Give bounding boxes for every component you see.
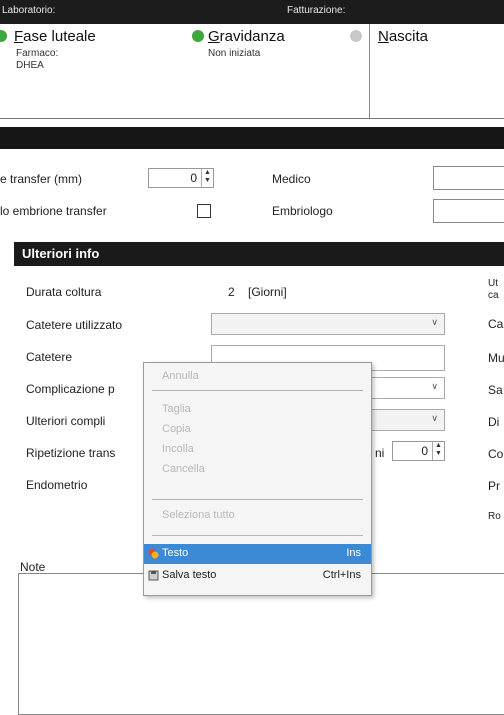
- right-col-label: ca: [488, 290, 499, 301]
- menu-item-label: Taglia: [162, 403, 191, 415]
- menu-separator: [152, 535, 363, 536]
- right-col-label: Ca: [488, 317, 504, 331]
- right-col-label: Ro: [488, 511, 501, 522]
- catheter-type-select[interactable]: ∨: [211, 313, 445, 335]
- status-dot-icon: [350, 30, 362, 42]
- phase-title-mnemonic: N: [378, 28, 389, 45]
- other-complications-label: Ulteriori compli: [26, 414, 106, 428]
- doctor-label: Medico: [272, 172, 311, 186]
- menu-item-paste[interactable]: Incolla: [144, 440, 371, 460]
- phase-luteal[interactable]: Fase luteale Farmaco: DHEA: [0, 24, 190, 118]
- repeat-transfer-label: Ripetizione trans: [26, 446, 116, 460]
- right-col-label: Di: [488, 415, 500, 429]
- context-menu: Annulla Taglia Copia Incolla Cancella Se…: [143, 362, 372, 596]
- menu-item-cut[interactable]: Taglia: [144, 400, 371, 420]
- endometrium-label: Endometrio: [26, 478, 88, 492]
- right-col-label: Mu: [488, 351, 504, 365]
- chevron-down-icon: ∨: [431, 317, 438, 327]
- notes-label: Note: [20, 560, 46, 574]
- phase-birth[interactable]: Nascita: [348, 24, 504, 118]
- chevron-down-icon: ∨: [431, 381, 438, 391]
- complication-label: Complicazione p: [26, 382, 115, 396]
- embryologist-label: Embriologo: [272, 204, 333, 218]
- catheter-type-label: Catetere utilizzato: [26, 318, 123, 332]
- phase-title-rest: ascita: [388, 28, 429, 45]
- phase-title: Nascita: [378, 28, 428, 45]
- menu-separator: [152, 390, 363, 391]
- menu-item-label: Copia: [162, 423, 191, 435]
- phase-title-rest: ravidanza: [219, 28, 285, 45]
- right-col-label: Pr: [488, 479, 500, 493]
- menu-separator: [152, 499, 363, 500]
- phase-title: Fase luteale: [14, 28, 96, 45]
- repeat-transfer-spinner[interactable]: 0 ▲ ▼: [392, 441, 445, 461]
- embryo-transfer-checkbox[interactable]: [197, 204, 211, 218]
- section-title: Ulteriori info: [22, 246, 100, 261]
- phase-title-mnemonic: F: [14, 28, 24, 45]
- embryologist-field[interactable]: [433, 199, 504, 223]
- phase-title: Gravidanza: [208, 28, 285, 45]
- catheter-label: Catetere: [26, 350, 73, 364]
- doctor-field[interactable]: [433, 166, 504, 190]
- right-col-label: Ut: [488, 278, 498, 289]
- menu-item-label: Testo: [162, 547, 189, 559]
- menu-item-shortcut: Ins: [346, 547, 361, 559]
- phase-drug-label: Farmaco:: [16, 48, 59, 59]
- phase-drug-value: DHEA: [16, 60, 44, 71]
- menu-item-label: Annulla: [162, 370, 199, 382]
- menu-item-save-text[interactable]: Salva testo Ctrl+Ins: [144, 566, 371, 586]
- save-text-icon: [148, 570, 159, 581]
- menu-item-label: Salva testo: [162, 569, 217, 581]
- repeat-transfer-side: ni: [375, 446, 385, 460]
- menu-item-shortcut: Ctrl+Ins: [322, 569, 361, 581]
- spinner-arrows-icon[interactable]: ▲ ▼: [432, 442, 444, 460]
- status-dot-icon: [0, 30, 7, 42]
- menu-item-label: Cancella: [162, 463, 205, 475]
- menu-item-select-all[interactable]: Seleziona tutto: [144, 506, 371, 526]
- culture-duration-value: 2: [228, 285, 235, 299]
- culture-duration-unit: [Giorni]: [248, 285, 287, 299]
- status-dot-icon: [192, 30, 204, 42]
- embryo-transfer-label: lo embrione transfer: [0, 204, 107, 218]
- phase-title-rest: ase luteale: [23, 28, 96, 45]
- phase-status: Non iniziata: [208, 48, 261, 59]
- phase-panel: Fase luteale Farmaco: DHEA Gravidanza No…: [0, 24, 504, 119]
- top-header-bar: Laboratorio: Fatturazione:: [0, 0, 504, 24]
- menu-item-delete[interactable]: Cancella: [144, 460, 371, 480]
- menu-item-undo[interactable]: Annulla: [144, 367, 371, 387]
- spinner-value: 0: [190, 171, 197, 185]
- menu-item-label: Seleziona tutto: [162, 509, 235, 521]
- section-header: Ulteriori info: [14, 242, 504, 266]
- transfer-distance-label: e transfer (mm): [0, 172, 83, 186]
- menu-item-copy[interactable]: Copia: [144, 420, 371, 440]
- laboratory-label: Laboratorio:: [2, 5, 56, 16]
- transfer-distance-spinner[interactable]: 0 ▲ ▼: [148, 168, 214, 188]
- tab-strip: [0, 127, 504, 149]
- spinner-arrows-icon[interactable]: ▲ ▼: [201, 169, 213, 187]
- right-col-label: Sa: [488, 383, 503, 397]
- menu-item-label: Incolla: [162, 443, 194, 455]
- spinner-value: 0: [421, 444, 428, 458]
- phase-pregnancy[interactable]: Gravidanza Non iniziata: [190, 24, 370, 118]
- text-icon: [148, 548, 159, 559]
- phase-title-mnemonic: G: [208, 28, 220, 45]
- menu-item-text[interactable]: Testo Ins: [144, 544, 371, 564]
- billing-label: Fatturazione:: [287, 5, 346, 16]
- chevron-down-icon: ∨: [431, 413, 438, 423]
- right-col-label: Co: [488, 447, 504, 461]
- culture-duration-label: Durata coltura: [26, 285, 102, 299]
